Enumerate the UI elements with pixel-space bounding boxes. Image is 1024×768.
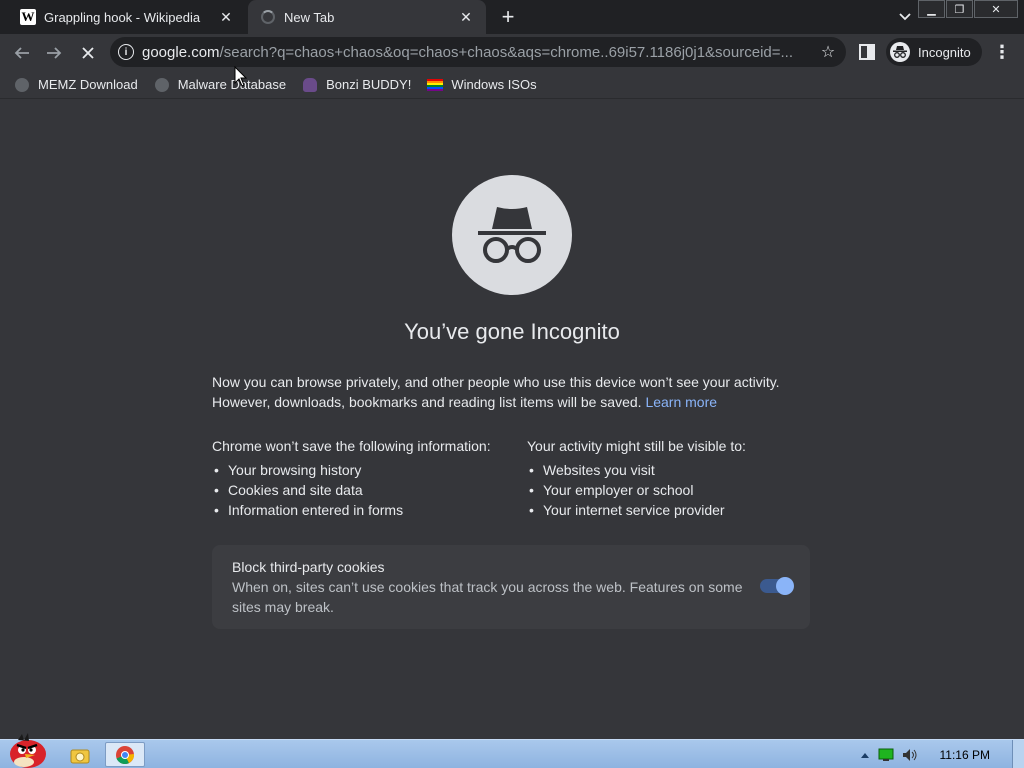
- side-panel-icon[interactable]: [858, 43, 876, 61]
- page-title: You’ve gone Incognito: [404, 319, 620, 344]
- tab-new-tab[interactable]: New Tab ✕: [248, 0, 486, 34]
- profile-label: Incognito: [918, 44, 971, 60]
- incognito-hero-icon: [452, 175, 572, 295]
- list-item: Your internet service provider: [527, 500, 827, 520]
- third-party-cookies-card: Block third-party cookies When on, sites…: [212, 545, 810, 629]
- bookmark-memz-download[interactable]: MEMZ Download: [14, 77, 138, 93]
- incognito-icon: [890, 42, 910, 62]
- wikipedia-icon: W: [20, 9, 36, 25]
- explorer-icon[interactable]: [60, 742, 100, 767]
- network-icon[interactable]: [878, 748, 894, 762]
- incognito-profile-button[interactable]: Incognito: [886, 38, 982, 66]
- list-item: Your browsing history: [212, 460, 512, 480]
- close-tab-icon[interactable]: ✕: [456, 7, 476, 27]
- tab-title: New Tab: [284, 9, 335, 25]
- block-cookies-toggle[interactable]: [760, 577, 794, 595]
- tab-strip: W Grappling hook - Wikipedia ✕ New Tab ✕…: [0, 0, 1024, 34]
- learn-more-link[interactable]: Learn more: [645, 394, 717, 410]
- clock[interactable]: 11:16 PM: [940, 748, 990, 762]
- bonzi-icon: [302, 77, 318, 93]
- back-arrow-icon[interactable]: [8, 39, 36, 67]
- forward-arrow-icon[interactable]: [40, 39, 68, 67]
- list-item: Your employer or school: [527, 480, 827, 500]
- globe-icon: [154, 77, 170, 93]
- show-hidden-icons-icon[interactable]: [860, 751, 870, 759]
- list-item: Cookies and site data: [212, 480, 512, 500]
- cookies-description: When on, sites can’t use cookies that tr…: [232, 579, 743, 615]
- address-url[interactable]: google.com/search?q=chaos+chaos&oq=chaos…: [142, 44, 816, 61]
- bookmark-star-icon[interactable]: ☆: [816, 42, 840, 62]
- start-button-angry-bird-icon[interactable]: [4, 732, 48, 768]
- taskbar: 11:16 PM: [0, 733, 1024, 768]
- still-visible-section: Your activity might still be visible to:…: [527, 436, 827, 520]
- restore-button[interactable]: ❐: [946, 0, 973, 18]
- show-desktop-button[interactable]: [1012, 740, 1024, 768]
- rainbow-flag-icon: [427, 77, 444, 93]
- tab-wikipedia[interactable]: W Grappling hook - Wikipedia ✕: [8, 0, 246, 34]
- mouse-cursor-icon: [234, 66, 248, 87]
- volume-icon[interactable]: [902, 748, 918, 762]
- globe-icon: [14, 77, 30, 93]
- bookmark-windows-isos[interactable]: Windows ISOs: [427, 77, 537, 93]
- more-menu-icon[interactable]: ⋮: [992, 40, 1012, 64]
- toolbar: i google.com/search?q=chaos+chaos&oq=cha…: [0, 34, 1024, 71]
- still-visible-heading: Your activity might still be visible to:: [527, 438, 746, 454]
- intro-text: Now you can browse privately, and other …: [212, 374, 780, 410]
- minimize-button[interactable]: ▁: [918, 0, 945, 18]
- list-item: Websites you visit: [527, 460, 827, 480]
- cookies-title: Block third-party cookies: [232, 559, 385, 575]
- bookmark-bonzi-buddy[interactable]: Bonzi BUDDY!: [302, 77, 411, 93]
- list-item: Information entered in forms: [212, 500, 512, 520]
- tab-search-chevron-icon[interactable]: [893, 5, 917, 29]
- site-info-icon[interactable]: i: [118, 44, 134, 60]
- bookmark-malware-database[interactable]: Malware Database: [154, 77, 286, 93]
- tab-title: Grappling hook - Wikipedia: [44, 9, 201, 25]
- close-window-button[interactable]: ✕: [974, 0, 1018, 18]
- system-tray: 11:16 PM: [860, 740, 1024, 768]
- incognito-page: You’ve gone Incognito Now you can browse…: [0, 99, 1024, 739]
- stop-loading-icon[interactable]: [74, 39, 102, 67]
- address-bar[interactable]: i google.com/search?q=chaos+chaos&oq=cha…: [110, 37, 846, 67]
- close-tab-icon[interactable]: ✕: [216, 7, 236, 27]
- wont-save-heading: Chrome won’t save the following informat…: [212, 438, 491, 454]
- bookmarks-bar: MEMZ Download Malware Database Bonzi BUD…: [0, 71, 1024, 99]
- wont-save-section: Chrome won’t save the following informat…: [212, 436, 512, 520]
- loading-spinner-icon: [260, 9, 276, 25]
- chrome-icon[interactable]: [105, 742, 145, 767]
- window-controls: ▁ ❐ ✕: [917, 0, 1018, 18]
- new-tab-button[interactable]: +: [496, 4, 520, 29]
